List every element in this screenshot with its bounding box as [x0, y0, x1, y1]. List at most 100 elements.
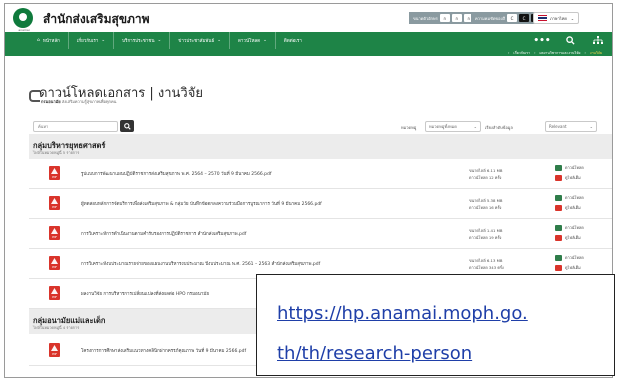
download-icon	[555, 225, 562, 231]
chevron-down-icon: ⌄	[101, 38, 106, 43]
font-size-controls: ขนาดตัวอักษร ก ก ก	[409, 12, 478, 24]
url-callout-box: https://hp.anamai.moph.go. th/th/researc…	[256, 274, 615, 376]
nav-home[interactable]: ⌂ หน้าหลัก	[29, 32, 69, 49]
nav-news-label: ข่าวประชาสัมพันธ์	[178, 39, 215, 44]
document-title[interactable]: การวิเคราะห์งบประมาณรายจ่ายของแผนงานบริห…	[81, 260, 320, 267]
contrast-dark-button[interactable]: C	[518, 14, 529, 22]
document-row: PDF ผู้ทดสอบหลักการจัดบริการเพื่อส่งเสริ…	[29, 189, 612, 219]
preview-button[interactable]: ดูไฟล์เต็ม	[555, 205, 581, 211]
download-count: ดาวน์โหลด 12 ครั้ง	[469, 175, 502, 180]
nav-download-label: ดาวน์โหลด	[237, 39, 261, 44]
sort-value: Relevant	[549, 124, 567, 129]
thai-flag-icon	[538, 15, 547, 21]
nav-about-label: เกี่ยวกับเรา	[76, 39, 99, 44]
page-subtitle-org: กรมอนามัย	[41, 99, 61, 104]
download-button[interactable]: ดาวน์โหลด	[555, 165, 584, 171]
document-title[interactable]: รูปแบบการพัฒนาแผนปฏิบัติราชการส่งเสริมสุ…	[81, 170, 271, 177]
pdf-preview-icon	[555, 205, 562, 211]
document-title[interactable]: ผู้ทดสอบหลักการจัดบริการเพื่อส่งเสริมสุข…	[81, 200, 322, 207]
chevron-down-icon: ⌄	[473, 124, 477, 129]
category-label: หมวดหมู่	[401, 125, 417, 130]
sitemap-icon[interactable]	[584, 32, 612, 49]
chevron-down-icon: ⌄	[263, 38, 267, 43]
page-subtitle: กรมอนามัย ส่งเสริมความรู้สุขภาพเพื่อทุกค…	[41, 98, 116, 105]
download-icon	[555, 255, 562, 261]
search-button[interactable]	[120, 120, 134, 132]
download-label: ดาวน์โหลด	[565, 225, 584, 230]
page-subtitle-text: ส่งเสริมความรู้สุขภาพเพื่อทุกคน	[61, 99, 117, 104]
nav-home-label: หน้าหลัก	[42, 39, 60, 44]
document-title[interactable]: ผลงานวิจัย การบริหารการเปลี่ยนแปลงที่ส่ง…	[81, 290, 209, 297]
nav-services-label: บริการประชาชน	[122, 39, 155, 44]
file-size: ขนาดไฟล์ 6.13 MB	[469, 258, 503, 263]
download-icon	[555, 195, 562, 201]
home-icon: ⌂	[37, 38, 40, 43]
pdf-preview-icon	[555, 235, 562, 241]
download-count: ดาวน์โหลด 16 ครั้ง	[469, 205, 502, 210]
section-count: ไฟล์ในหมวดหมู่นี้ 5 รายการ	[33, 150, 80, 155]
file-size: ขนาดไฟล์ 5.38 MB	[469, 198, 503, 203]
download-count: ดาวน์โหลด 19 ครั้ง	[469, 235, 502, 240]
site-title[interactable]: สำนักส่งเสริมสุขภาพ	[43, 10, 150, 29]
document-meta: ขนาดไฟล์ 5.38 MB ดาวน์โหลด 16 ครั้ง	[469, 197, 502, 211]
download-icon	[555, 165, 562, 171]
breadcrumb-sep: ›	[507, 50, 510, 55]
breadcrumb-research: งานวิจัย	[589, 50, 602, 55]
document-meta: ขนาดไฟล์ 1.41 MB ดาวน์โหลด 19 ครั้ง	[469, 227, 502, 241]
chevron-down-icon: ⌄	[217, 38, 221, 43]
contrast-label: ความคมชัดของสี	[475, 15, 505, 21]
pdf-icon: PDF	[49, 286, 60, 300]
download-button[interactable]: ดาวน์โหลด	[555, 225, 584, 231]
top-header: anamai สำนักส่งเสริมสุขภาพ ขนาดตัวอักษร …	[5, 4, 612, 32]
nav-services[interactable]: บริการประชาชน ⌄	[114, 32, 171, 49]
pdf-preview-icon	[555, 265, 562, 271]
nav-news[interactable]: ข่าวประชาสัมพันธ์ ⌄	[170, 32, 230, 49]
url-link-line-1[interactable]: https://hp.anamai.moph.go.	[277, 303, 528, 324]
pdf-icon: PDF	[49, 166, 60, 180]
chevron-down-icon: ⌄	[589, 124, 593, 129]
category-value: หมวดหมู่ทั้งหมด	[429, 124, 457, 129]
breadcrumb: › เกี่ยวกับเรา › ผลงานวิชาการและงานวิจัย…	[5, 49, 612, 56]
preview-button[interactable]: ดูไฟล์เต็ม	[555, 175, 581, 181]
breadcrumb-about[interactable]: เกี่ยวกับเรา	[513, 50, 530, 56]
department-logo[interactable]	[13, 8, 33, 28]
download-button[interactable]: ดาวน์โหลด	[555, 195, 584, 201]
document-title[interactable]: การวิเคราะห์การดำเนินงานตามคำรับรองการปฏ…	[81, 230, 246, 237]
chevron-down-icon: ⌄	[157, 38, 162, 43]
search-icon	[123, 122, 131, 130]
nav-about[interactable]: เกี่ยวกับเรา ⌄	[69, 32, 115, 49]
nav-contact-label: ติดต่อเรา	[283, 39, 302, 44]
search-input[interactable]	[33, 121, 118, 132]
download-button[interactable]: ดาวน์โหลด	[555, 255, 584, 261]
download-label: ดาวน์โหลด	[565, 195, 584, 200]
sort-select[interactable]: Relevant ⌄	[545, 121, 597, 132]
font-size-small-button[interactable]: ก	[439, 14, 450, 22]
more-icon[interactable]: •••	[528, 32, 556, 49]
font-size-label: ขนาดตัวอักษร	[413, 15, 438, 21]
url-link-line-2[interactable]: th/th/research-person	[277, 343, 472, 364]
sort-label: เรียงลำดับข้อมูล	[485, 125, 513, 130]
contrast-normal-button[interactable]: C	[506, 14, 517, 22]
document-row: PDF รูปแบบการพัฒนาแผนปฏิบัติราชการส่งเสร…	[29, 159, 612, 189]
preview-label: ดูไฟล์เต็ม	[565, 205, 581, 210]
preview-label: ดูไฟล์เต็ม	[565, 235, 581, 240]
download-label: ดาวน์โหลด	[565, 165, 584, 170]
pdf-icon: PDF	[49, 256, 60, 270]
section-count: ไฟล์ในหมวดหมู่นี้ 4 รายการ	[33, 325, 80, 330]
main-nav: ⌂ หน้าหลัก เกี่ยวกับเรา ⌄ บริการประชาชน ⌄ ข…	[5, 32, 612, 49]
font-size-medium-button[interactable]: ก	[451, 14, 462, 22]
nav-contact[interactable]: ติดต่อเรา	[276, 32, 310, 49]
language-select[interactable]: ภาษาไทย ⌄	[533, 12, 579, 24]
preview-label: ดูไฟล์เต็ม	[565, 175, 581, 180]
breadcrumb-academic[interactable]: ผลงานวิชาการและงานวิจัย	[540, 50, 581, 56]
nav-download[interactable]: ดาวน์โหลด ⌄	[230, 32, 276, 49]
document-row: PDF การวิเคราะห์การดำเนินงานตามคำรับรองก…	[29, 219, 612, 249]
document-title[interactable]: โครงการการศึกษาส่งเสริมแนวทางคลินิกฝากคร…	[81, 347, 246, 354]
search-icon[interactable]	[556, 32, 584, 49]
preview-button[interactable]: ดูไฟล์เต็ม	[555, 265, 581, 271]
preview-button[interactable]: ดูไฟล์เต็ม	[555, 235, 581, 241]
download-count: ดาวน์โหลด 343 ครั้ง	[469, 265, 504, 270]
pdf-preview-icon	[555, 175, 562, 181]
chevron-down-icon: ⌄	[570, 15, 575, 21]
category-select[interactable]: หมวดหมู่ทั้งหมด ⌄	[425, 121, 481, 132]
